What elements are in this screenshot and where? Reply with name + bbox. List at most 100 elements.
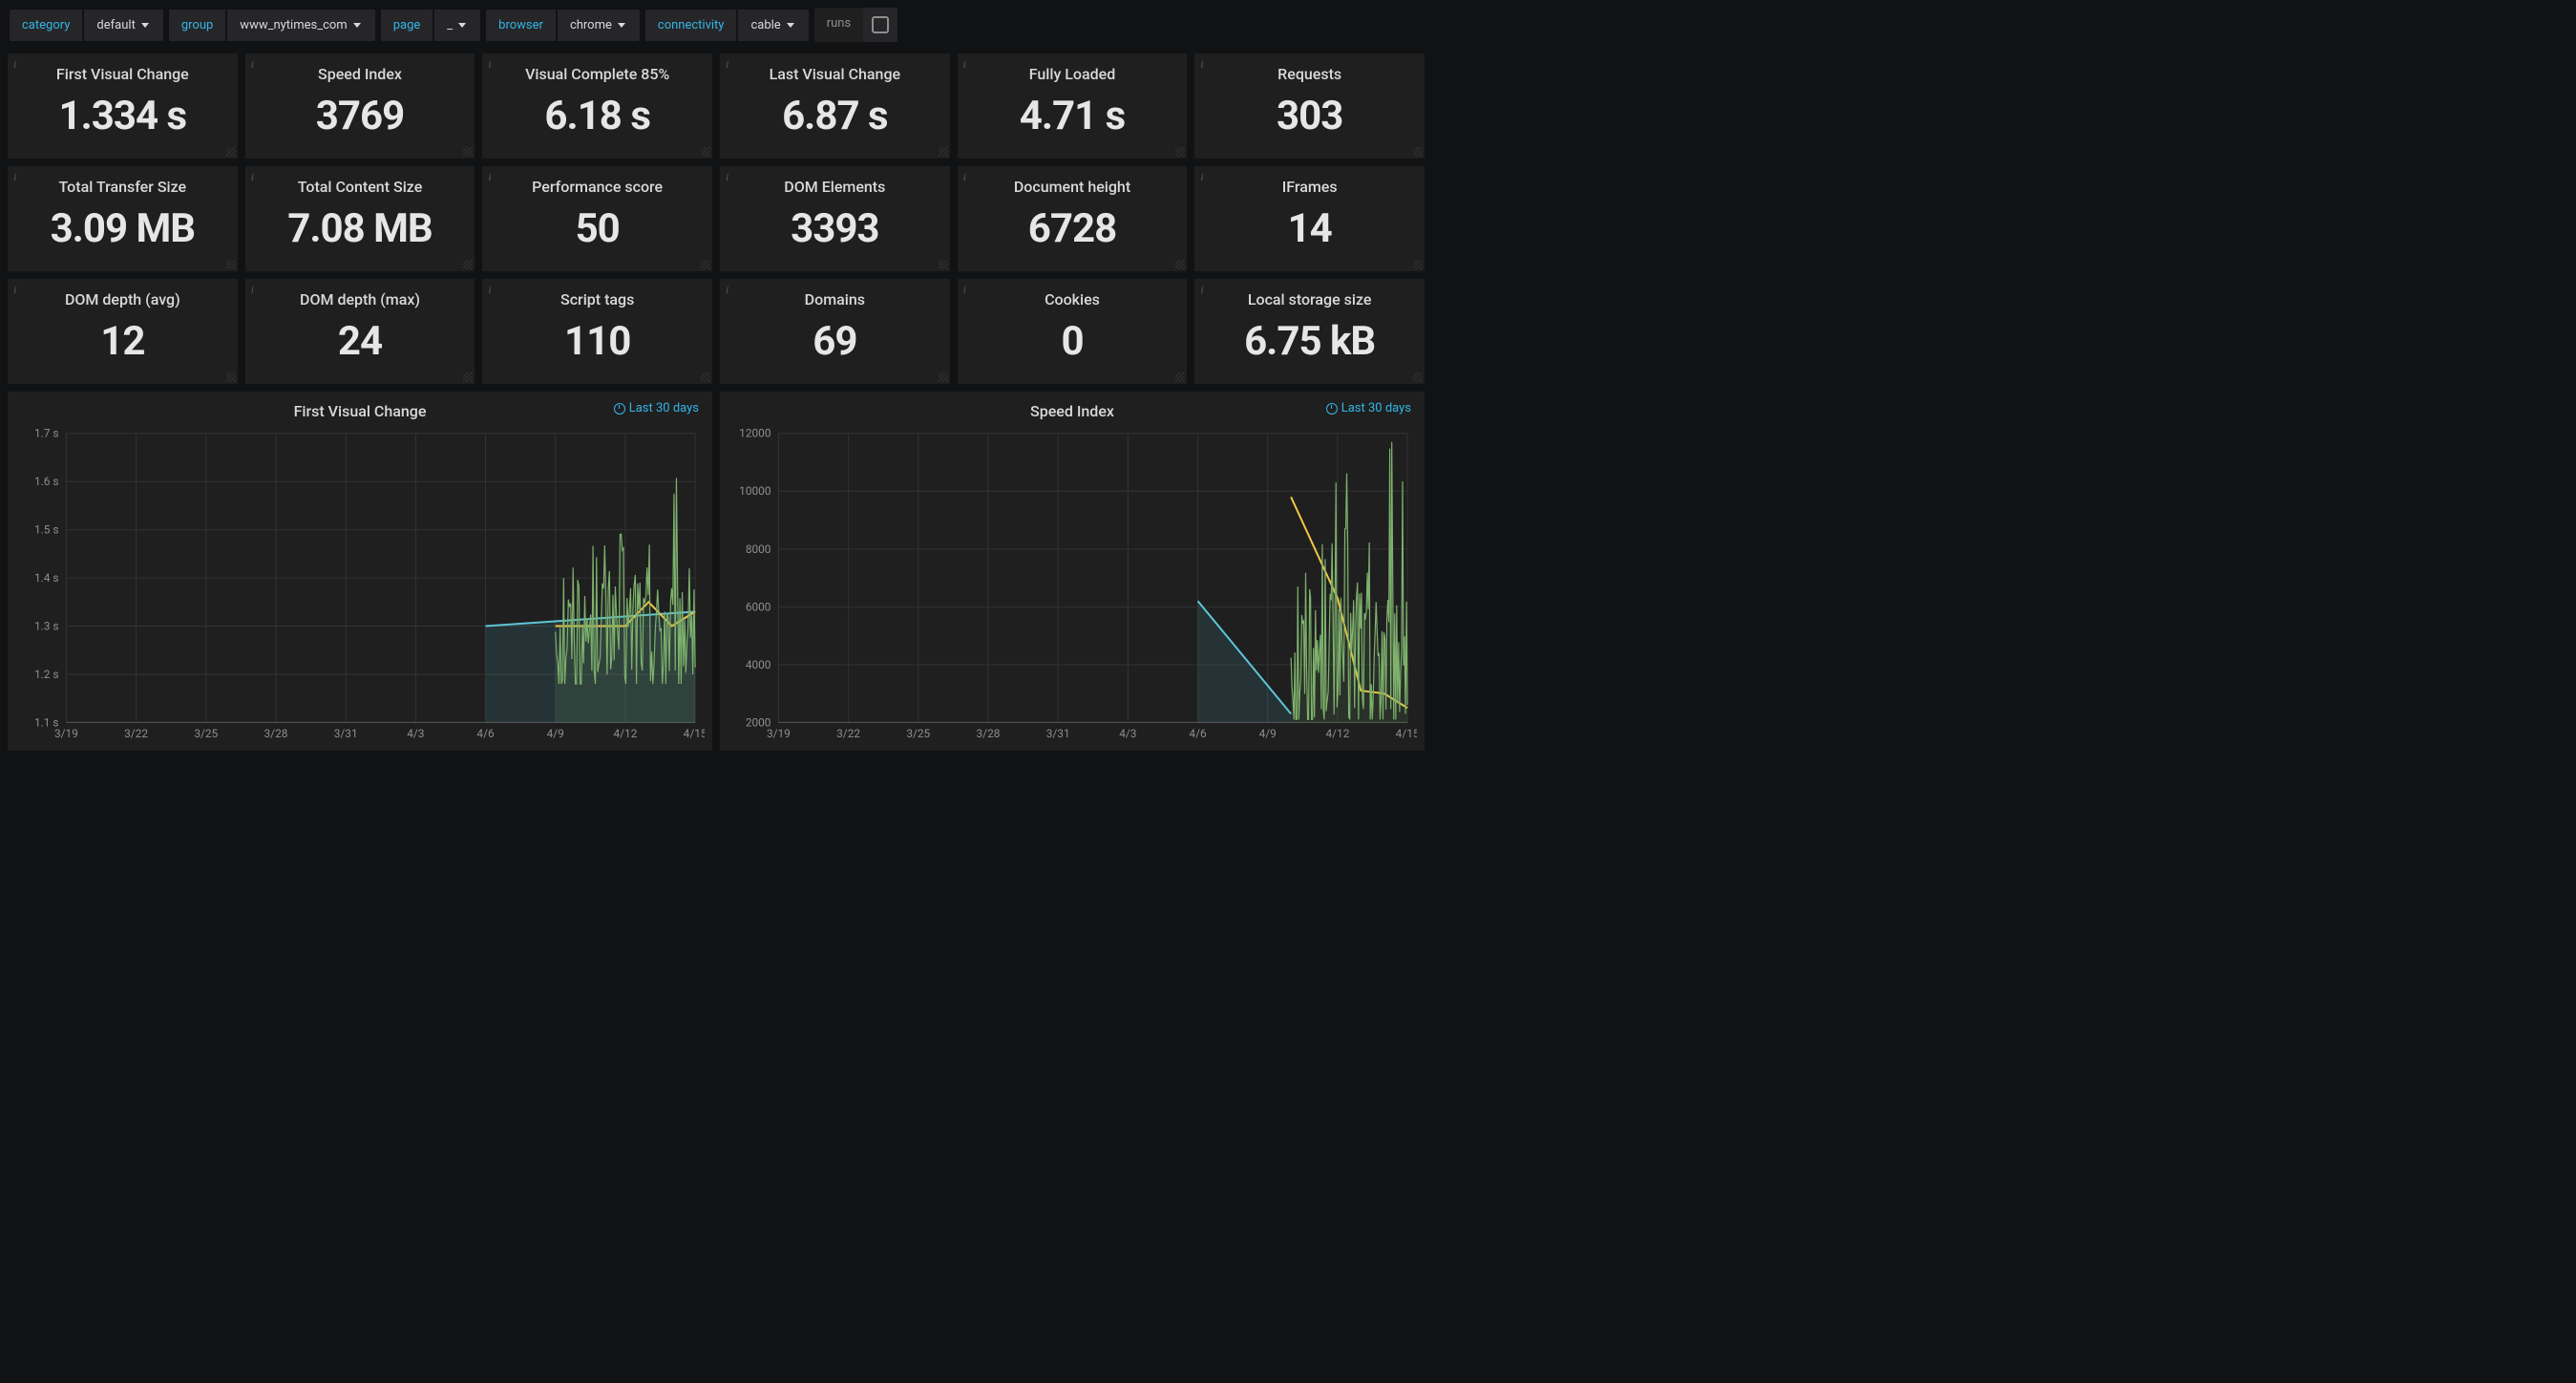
- svg-text:4/15: 4/15: [684, 727, 705, 740]
- charts-row: First Visual ChangeLast 30 days1.1 s1.2 …: [0, 392, 1432, 758]
- chart-panel-first-visual-change[interactable]: First Visual ChangeLast 30 days1.1 s1.2 …: [8, 392, 712, 751]
- svg-text:3/31: 3/31: [1046, 727, 1070, 740]
- stat-panel-domains[interactable]: iDomains69: [720, 279, 950, 384]
- info-icon[interactable]: i: [726, 170, 728, 184]
- stat-title: Fully Loaded: [965, 65, 1180, 83]
- resize-handle-icon[interactable]: [463, 260, 473, 269]
- stat-panel-fully-loaded[interactable]: iFully Loaded 4.71 s: [958, 53, 1188, 159]
- info-icon[interactable]: i: [13, 57, 16, 72]
- info-icon[interactable]: i: [251, 170, 254, 184]
- info-icon[interactable]: i: [963, 283, 966, 297]
- resize-handle-icon[interactable]: [701, 372, 710, 382]
- var-label-page[interactable]: page: [381, 10, 433, 41]
- var-label-category[interactable]: category: [10, 10, 82, 41]
- info-icon[interactable]: i: [488, 170, 491, 184]
- stat-value: 4.71 s: [965, 93, 1180, 139]
- stat-panel-visual-complete-85-[interactable]: iVisual Complete 85%6.18 s: [482, 53, 712, 159]
- stat-title: Document height: [965, 178, 1180, 196]
- stat-panel-local-storage-size[interactable]: iLocal storage size6.75 kB: [1194, 279, 1425, 384]
- resize-handle-icon[interactable]: [226, 372, 236, 382]
- var-value-category[interactable]: default: [84, 10, 162, 41]
- info-icon[interactable]: i: [251, 57, 254, 72]
- chart-title: Speed Index: [1030, 402, 1114, 420]
- stat-panel-dom-depth-max-[interactable]: iDOM depth (max)24: [245, 279, 475, 384]
- chart-time-range[interactable]: Last 30 days: [614, 401, 699, 415]
- info-icon[interactable]: i: [963, 170, 966, 184]
- stat-value: 24: [253, 318, 468, 365]
- stat-value: 3.09 MB: [15, 205, 230, 252]
- resize-handle-icon[interactable]: [1175, 260, 1185, 269]
- stat-panel-cookies[interactable]: iCookies 0: [958, 279, 1188, 384]
- svg-text:3/22: 3/22: [124, 727, 148, 740]
- resize-handle-icon[interactable]: [1413, 260, 1423, 269]
- svg-text:3/22: 3/22: [836, 727, 860, 740]
- info-icon[interactable]: i: [488, 283, 491, 297]
- info-icon[interactable]: i: [726, 283, 728, 297]
- resize-handle-icon[interactable]: [1175, 147, 1185, 157]
- resize-handle-icon[interactable]: [1175, 372, 1185, 382]
- svg-text:4/12: 4/12: [613, 727, 637, 740]
- resize-handle-icon[interactable]: [939, 372, 948, 382]
- chart-panel-speed-index[interactable]: Speed IndexLast 30 days20004000600080001…: [720, 392, 1425, 751]
- stat-title: Total Content Size: [253, 178, 468, 196]
- stat-title: Cookies: [965, 290, 1180, 309]
- info-icon[interactable]: i: [726, 57, 728, 72]
- svg-text:8000: 8000: [746, 543, 771, 556]
- var-label-group[interactable]: group: [169, 10, 225, 41]
- stat-value: 3769: [253, 93, 468, 139]
- stat-panel-performance-score[interactable]: iPerformance score50: [482, 166, 712, 271]
- chart-title: First Visual Change: [294, 402, 427, 420]
- caret-down-icon: [458, 23, 466, 28]
- resize-handle-icon[interactable]: [1413, 372, 1423, 382]
- info-icon[interactable]: i: [1200, 283, 1203, 297]
- stat-panel-iframes[interactable]: iIFrames14: [1194, 166, 1425, 271]
- stat-value: 7.08 MB: [253, 205, 468, 252]
- stat-panel-last-visual-change[interactable]: iLast Visual Change6.87 s: [720, 53, 950, 159]
- svg-text:3/28: 3/28: [977, 727, 1001, 740]
- stat-panel-speed-index[interactable]: iSpeed Index 3769: [245, 53, 475, 159]
- caret-down-icon: [141, 23, 149, 28]
- stat-panel-total-transfer-size[interactable]: iTotal Transfer Size3.09 MB: [8, 166, 238, 271]
- var-value-group[interactable]: www_nytimes_com: [227, 10, 374, 41]
- info-icon[interactable]: i: [1200, 170, 1203, 184]
- info-icon[interactable]: i: [1200, 57, 1203, 72]
- var-label-browser[interactable]: browser: [486, 10, 556, 41]
- resize-handle-icon[interactable]: [226, 260, 236, 269]
- runs-checkbox[interactable]: [863, 8, 897, 42]
- var-runs: runs: [814, 8, 897, 42]
- var-value-page[interactable]: _: [434, 10, 480, 41]
- resize-handle-icon[interactable]: [463, 147, 473, 157]
- stat-value: 0: [965, 318, 1180, 365]
- stat-value: 14: [1202, 205, 1417, 252]
- resize-handle-icon[interactable]: [939, 147, 948, 157]
- stat-panel-dom-depth-avg-[interactable]: iDOM depth (avg)12: [8, 279, 238, 384]
- info-icon[interactable]: i: [963, 57, 966, 72]
- info-icon[interactable]: i: [251, 283, 254, 297]
- stat-panel-total-content-size[interactable]: iTotal Content Size 7.08 MB: [245, 166, 475, 271]
- info-icon[interactable]: i: [13, 170, 16, 184]
- info-icon[interactable]: i: [13, 283, 16, 297]
- resize-handle-icon[interactable]: [701, 260, 710, 269]
- stat-panel-dom-elements[interactable]: iDOM Elements3393: [720, 166, 950, 271]
- stat-title: Speed Index: [253, 65, 468, 83]
- stat-panel-document-height[interactable]: iDocument height6728: [958, 166, 1188, 271]
- resize-handle-icon[interactable]: [463, 372, 473, 382]
- svg-text:3/25: 3/25: [906, 727, 930, 740]
- resize-handle-icon[interactable]: [939, 260, 948, 269]
- stat-title: First Visual Change: [15, 65, 230, 83]
- stat-panel-requests[interactable]: iRequests303: [1194, 53, 1425, 159]
- info-icon[interactable]: i: [488, 57, 491, 72]
- stat-title: Requests: [1202, 65, 1417, 83]
- resize-handle-icon[interactable]: [226, 147, 236, 157]
- svg-text:4/15: 4/15: [1396, 727, 1417, 740]
- stat-panel-script-tags[interactable]: iScript tags110: [482, 279, 712, 384]
- svg-text:4/12: 4/12: [1325, 727, 1349, 740]
- resize-handle-icon[interactable]: [701, 147, 710, 157]
- resize-handle-icon[interactable]: [1413, 147, 1423, 157]
- var-value-connectivity[interactable]: cable: [738, 10, 808, 41]
- var-label-connectivity[interactable]: connectivity: [645, 10, 737, 41]
- stat-title: Local storage size: [1202, 290, 1417, 309]
- var-value-browser[interactable]: chrome: [558, 10, 640, 41]
- chart-time-range[interactable]: Last 30 days: [1326, 401, 1411, 415]
- stat-panel-first-visual-change[interactable]: iFirst Visual Change1.334 s: [8, 53, 238, 159]
